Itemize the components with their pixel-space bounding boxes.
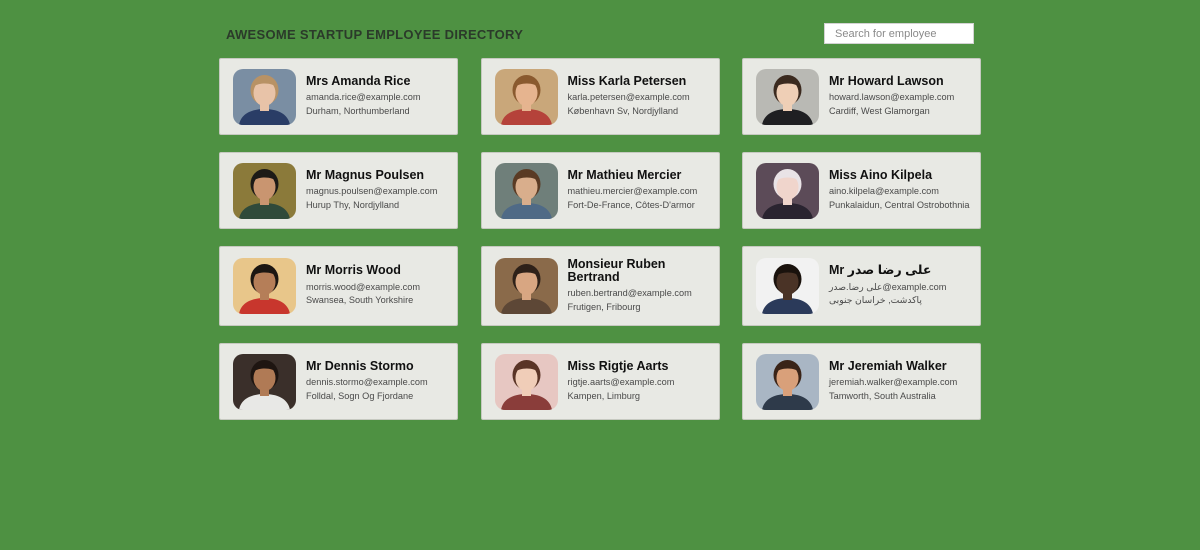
employee-card[interactable]: Miss Rigtje Aarts rigtje.aarts@example.co…: [480, 343, 720, 420]
avatar-photo: [494, 353, 558, 410]
employee-name: Miss Rigtje Aarts: [567, 358, 669, 373]
employee-card[interactable]: Miss Karla Petersen karla.petersen@exampl…: [480, 58, 720, 135]
employee-email: dennis.stormo@example.com: [306, 377, 428, 388]
employee-card[interactable]: Mr Dennis Stormo dennis.stormo@example.co…: [219, 343, 458, 420]
employee-info: Mr Jeremiah Walker jeremiah.walker@exampl…: [829, 360, 957, 404]
employee-info: Mr Morris Wood morris.wood@example.com Swa…: [306, 264, 420, 308]
employee-location: Folldal, Sogn Og Fjordane: [306, 390, 414, 401]
avatar-photo: [233, 353, 296, 410]
employee-name: Monsieur Ruben Bertrand: [567, 257, 666, 284]
employee-card[interactable]: Mr علی رضا صدر علی رضا.صدر@example.com پاک…: [742, 246, 981, 326]
employee-location: Cardiff, West Glamorgan: [829, 105, 930, 116]
employee-email: jeremiah.walker@example.com: [829, 377, 958, 388]
employee-name: Mr Jeremiah Walker: [829, 358, 947, 373]
avatar: [494, 353, 558, 410]
employee-location: Swansea, South Yorkshire: [306, 295, 414, 306]
employee-info: Mr علی رضا صدر علی رضا.صدر@example.com پاک…: [829, 264, 946, 308]
employee-location: Durham, Northumberland: [306, 105, 410, 116]
avatar-photo: [756, 258, 819, 314]
employee-search-input[interactable]: [824, 23, 974, 44]
employee-email: mathieu.mercier@example.com: [567, 186, 698, 197]
employee-email: علی رضا.صدر@example.com: [829, 281, 947, 292]
employee-name: Mr Magnus Poulsen: [306, 167, 425, 182]
employee-card[interactable]: Miss Aino Kilpela aino.kilpela@example.co…: [742, 152, 981, 229]
employee-email: ruben.bertrand@example.com: [567, 288, 692, 298]
avatar: [494, 68, 558, 125]
employee-location: پاکدشت, خراسان جنوبی: [829, 295, 922, 306]
employee-name: Miss Aino Kilpela: [829, 167, 933, 182]
employee-card[interactable]: Mr Morris Wood morris.wood@example.com Swa…: [219, 246, 458, 326]
employee-info: Mr Dennis Stormo dennis.stormo@example.co…: [306, 360, 428, 404]
avatar-photo: [233, 258, 296, 314]
employee-name: Mr Morris Wood: [306, 263, 401, 278]
employee-email: karla.petersen@example.com: [567, 92, 690, 103]
avatar: [233, 258, 296, 314]
employee-email: amanda.rice@example.com: [306, 92, 421, 103]
employee-email: aino.kilpela@example.com: [829, 186, 939, 197]
avatar: [494, 162, 558, 219]
employee-location: Hurup Thy, Nordjylland: [306, 199, 400, 210]
employee-email: howard.lawson@example.com: [829, 92, 955, 103]
employee-card[interactable]: Mr Howard Lawson howard.lawson@example.co…: [742, 58, 981, 135]
avatar: [756, 162, 819, 219]
employee-info: Mr Mathieu Mercier mathieu.mercier@exampl…: [568, 169, 698, 213]
avatar-photo: [756, 353, 819, 410]
avatar-photo: [233, 162, 296, 219]
employee-card[interactable]: Mr Jeremiah Walker jeremiah.walker@exampl…: [742, 343, 981, 420]
employee-info: Miss Karla Petersen karla.petersen@exampl…: [568, 75, 690, 119]
avatar: [494, 258, 558, 314]
employee-name: Mr Dennis Stormo: [306, 358, 414, 373]
avatar-photo: [494, 162, 558, 219]
avatar-photo: [494, 258, 558, 314]
employee-name: Mr Mathieu Mercier: [567, 167, 682, 182]
avatar-photo: [756, 68, 819, 125]
employee-card[interactable]: Monsieur Ruben Bertrand ruben.bertrand@ex…: [480, 246, 720, 326]
employee-card[interactable]: Mr Magnus Poulsen magnus.poulsen@example.…: [219, 152, 458, 229]
page-title: AWESOME STARTUP EMPLOYEE DIRECTORY: [226, 27, 524, 42]
employee-card[interactable]: Mr Mathieu Mercier mathieu.mercier@exampl…: [480, 152, 720, 229]
employee-location: Fort-De-France, Côtes-D'armor: [567, 199, 695, 210]
employee-email: rigtje.aarts@example.com: [567, 377, 675, 388]
employee-email: morris.wood@example.com: [306, 281, 420, 292]
employee-info: Miss Rigtje Aarts rigtje.aarts@example.co…: [568, 360, 675, 404]
employee-location: Kampen, Limburg: [567, 390, 641, 401]
employee-location: Tamworth, South Australia: [829, 390, 936, 401]
employee-location: København Sv, Nordjylland: [567, 105, 679, 116]
avatar: [233, 68, 296, 125]
avatar: [233, 353, 296, 410]
avatar: [756, 68, 819, 125]
employee-info: Mrs Amanda Rice amanda.rice@example.com Du…: [306, 75, 421, 119]
avatar: [233, 162, 296, 219]
employee-name: Mr Howard Lawson: [829, 73, 944, 88]
avatar-photo: [233, 68, 296, 125]
avatar-photo: [756, 162, 819, 219]
employee-name: Miss Karla Petersen: [567, 73, 687, 88]
employee-grid: Mrs Amanda Rice amanda.rice@example.com Du…: [219, 58, 981, 420]
employee-name: Mr علی رضا صدر: [829, 263, 932, 278]
employee-info: Mr Howard Lawson howard.lawson@example.co…: [829, 75, 954, 119]
employee-email: magnus.poulsen@example.com: [306, 186, 438, 197]
employee-location: Punkalaidun, Central Ostrobothnia: [829, 199, 970, 210]
employee-info: Miss Aino Kilpela aino.kilpela@example.co…: [829, 167, 970, 213]
employee-info: Monsieur Ruben Bertrand ruben.bertrand@ex…: [568, 258, 707, 314]
avatar: [756, 258, 819, 314]
employee-location: Frutigen, Fribourg: [567, 301, 641, 312]
avatar: [756, 353, 819, 410]
employee-info: Mr Magnus Poulsen magnus.poulsen@example.…: [306, 169, 437, 213]
avatar-photo: [494, 68, 558, 125]
employee-name: Mrs Amanda Rice: [306, 73, 411, 88]
employee-card[interactable]: Mrs Amanda Rice amanda.rice@example.com Du…: [219, 58, 458, 135]
